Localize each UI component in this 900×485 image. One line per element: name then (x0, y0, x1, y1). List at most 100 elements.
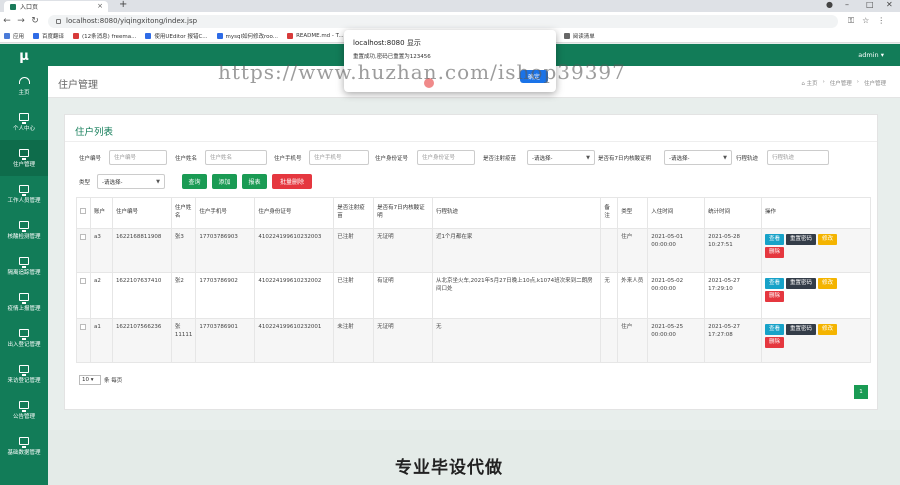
edit-button[interactable]: 修改 (818, 234, 838, 245)
star-icon[interactable]: ☆ (862, 16, 869, 26)
site-info-icon[interactable] (56, 18, 61, 24)
bookmark-item[interactable]: 应用 (4, 32, 24, 40)
tab-title: 入口页 (20, 4, 39, 11)
sidebar-item[interactable]: 个人中心 (0, 104, 48, 140)
filter-number-input[interactable] (109, 150, 167, 165)
monitor-icon (19, 400, 29, 412)
new-tab-icon[interactable]: + (119, 0, 127, 10)
sidebar-item[interactable]: 公告管理 (0, 392, 48, 428)
filter-type-select[interactable]: -请选择- ▼ (97, 174, 165, 189)
filter-proof-select[interactable]: -请选择- ▼ (664, 150, 732, 165)
chevron-down-icon: ▼ (156, 179, 160, 185)
sidebar-item[interactable]: 基础数据管理 (0, 428, 48, 464)
filter-phone-input[interactable] (309, 150, 369, 165)
page-size-select[interactable]: 10 ▾ (79, 375, 101, 385)
report-button[interactable]: 报表 (242, 174, 267, 189)
cell-checkin: 2021-05-01 00:00:00 (647, 228, 706, 273)
add-button[interactable]: 添加 (212, 174, 237, 189)
alert-message: 重置成功,密码已重置为123456 (353, 54, 431, 60)
bookmark-item[interactable]: 使用UEditor 报错C... (145, 32, 208, 40)
row-checkbox[interactable] (80, 234, 86, 240)
cell-checkin: 2021-05-02 00:00:00 (647, 272, 706, 319)
minimize-icon[interactable]: – (845, 0, 849, 9)
reload-icon[interactable]: ↻ (28, 16, 42, 26)
bookmark-item[interactable]: mysql如何修改roo... (216, 32, 278, 40)
batch-delete-button[interactable]: 批量删除 (272, 174, 312, 189)
monitor-icon (19, 256, 29, 268)
account-icon[interactable]: ● (826, 0, 833, 9)
edit-button[interactable]: 修改 (818, 278, 838, 289)
filter-label-proof: 是否有7日内核酸证明 (598, 156, 651, 162)
address-bar: ← → ↻ localhost:8080/yiqingxitong/index.… (0, 12, 900, 30)
page-size-suffix: 条 每页 (104, 378, 123, 384)
filter-trace-input[interactable] (767, 150, 829, 165)
chevron-down-icon: ▼ (586, 155, 590, 161)
overlay-caption: 专业毕设代做 (395, 458, 503, 478)
pagination-current-page[interactable]: 1 (854, 385, 868, 399)
breadcrumb-separator: › (856, 79, 859, 85)
sidebar-item[interactable]: 疫情上报管理 (0, 284, 48, 320)
delete-button[interactable]: 删除 (764, 337, 784, 348)
breadcrumb-item[interactable]: 住户管理 (864, 79, 886, 87)
bookmark-icon (4, 33, 10, 39)
cell-remark (600, 318, 619, 363)
menu-icon[interactable]: ⋮ (877, 16, 885, 26)
sidebar-item[interactable]: 出入登记管理 (0, 320, 48, 356)
select-all-checkbox[interactable] (80, 208, 86, 215)
bookmark-icon (563, 33, 570, 39)
maximize-icon[interactable]: □ (866, 0, 874, 9)
sidebar: μ 主页 个人中心 住户管理 工作人员管理 核酸检测管理 隔离追踪管理 疫情上报管理 出入登记… (0, 44, 48, 485)
row-select-cell (76, 228, 91, 273)
reset-password-button[interactable]: 重置密码 (785, 324, 816, 335)
key-icon[interactable]: ⚿ (848, 16, 854, 26)
view-button[interactable]: 查看 (764, 234, 784, 245)
breadcrumb-item[interactable]: 住户管理 (830, 79, 852, 87)
back-icon[interactable]: ← (0, 16, 14, 26)
sidebar-item[interactable]: 来访登记管理 (0, 356, 48, 392)
cell-phone: 17703786903 (195, 228, 256, 273)
bookmark-item[interactable]: README.md - T... (287, 33, 344, 39)
tab-close-icon[interactable]: × (97, 2, 103, 10)
cell-type: 住户 (617, 318, 649, 363)
filter-name-input[interactable] (205, 150, 267, 165)
sidebar-item-label: 隔离追踪管理 (7, 269, 41, 276)
resident-list-panel: 住户列表 住户编号 住户姓名 住户手机号 住户身份证号 是否注射疫苗 -请选择-… (64, 114, 878, 410)
filter-vaccine-select[interactable]: -请选择- ▼ (527, 150, 595, 165)
breadcrumb-item[interactable]: ⌂ 主页 (801, 79, 817, 87)
row-checkbox[interactable] (80, 278, 86, 284)
row-checkbox[interactable] (80, 324, 86, 330)
delete-button[interactable]: 删除 (764, 291, 784, 302)
filter-idcard-input[interactable] (417, 150, 475, 165)
sidebar-item[interactable]: 住户管理 (0, 140, 48, 176)
view-button[interactable]: 查看 (764, 324, 784, 335)
cell-trace: 近1个月都在家 (431, 228, 602, 273)
row-actions: 查看 重置密码 修改删除 (764, 278, 853, 302)
window-close-icon[interactable]: ✕ (886, 0, 893, 9)
column-header: 备注 (600, 197, 619, 229)
tab-favicon-icon (10, 3, 16, 10)
forward-icon[interactable]: → (14, 16, 28, 26)
bookmark-item[interactable]: (12条消息) freema... (73, 32, 136, 40)
reset-password-button[interactable]: 重置密码 (785, 234, 816, 245)
cell-proof: 有证明 (373, 272, 433, 319)
column-header: 统计时间 (704, 197, 762, 229)
bookmark-item[interactable]: 百度翻译 (33, 32, 64, 40)
delete-button[interactable]: 删除 (764, 247, 784, 258)
column-header: 住户手机号 (195, 197, 256, 229)
bookmark-item[interactable]: 阅读清单 (563, 32, 595, 40)
sidebar-item-label: 住户管理 (12, 161, 35, 168)
column-header: 操作 (760, 197, 872, 229)
edit-button[interactable]: 修改 (818, 324, 838, 335)
bookmark-label: README.md - T... (296, 33, 344, 39)
sidebar-item[interactable]: 核酸检测管理 (0, 212, 48, 248)
view-button[interactable]: 查看 (764, 278, 784, 289)
sidebar-item[interactable]: 隔离追踪管理 (0, 248, 48, 284)
sidebar-item[interactable]: 主页 (0, 68, 48, 104)
search-button[interactable]: 查询 (182, 174, 207, 189)
user-menu[interactable]: admin ▾ (858, 51, 884, 59)
url-field[interactable]: localhost:8080/yiqingxitong/index.jsp (48, 14, 838, 28)
reset-password-button[interactable]: 重置密码 (785, 278, 816, 289)
browser-tab[interactable]: 入口页 × (4, 1, 108, 12)
sidebar-item[interactable]: 工作人员管理 (0, 176, 48, 212)
cell-trace: 无 (431, 318, 602, 363)
